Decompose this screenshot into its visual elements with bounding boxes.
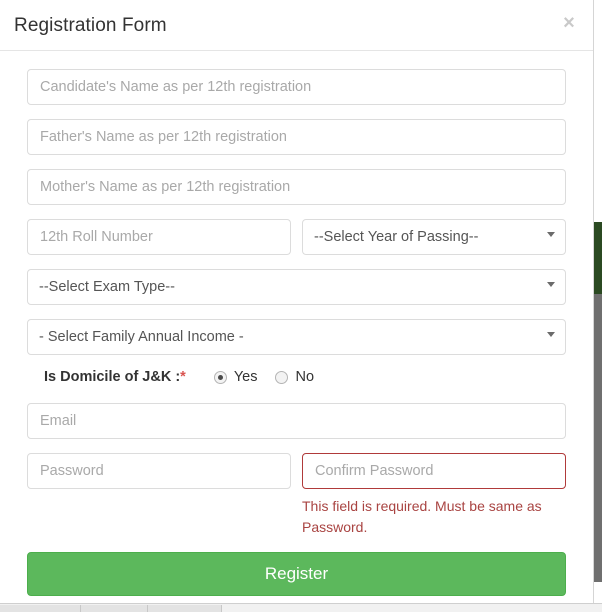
roll-number-input[interactable]: [27, 219, 291, 255]
mother-name-row: [27, 169, 566, 205]
taskbar-segment[interactable]: [81, 605, 148, 612]
domicile-option-no[interactable]: No: [275, 369, 314, 385]
confirm-password-field[interactable]: [302, 453, 566, 489]
family-income-select[interactable]: - Select Family Annual Income -: [27, 319, 566, 355]
confirm-password-error: This field is required. Must be same as …: [302, 498, 542, 535]
email-field[interactable]: [27, 403, 566, 439]
register-button[interactable]: Register: [27, 552, 566, 596]
father-name-input[interactable]: [27, 119, 566, 155]
page-title: Registration Form: [14, 15, 167, 36]
modal-header: Registration Form ×: [0, 0, 593, 51]
password-row: This field is required. Must be same as …: [27, 453, 566, 538]
backdrop-dark-strip: [594, 294, 602, 582]
exam-type-wrap: --Select Exam Type--: [27, 269, 566, 305]
domicile-label: Is Domicile of J&K :*: [44, 369, 186, 385]
registration-form-modal: Registration Form × --Select Year of Pas…: [0, 0, 594, 604]
family-income-row: - Select Family Annual Income -: [27, 319, 566, 355]
year-of-passing-select[interactable]: --Select Year of Passing--: [302, 219, 566, 255]
radio-no-icon[interactable]: [275, 370, 289, 384]
modal-body: --Select Year of Passing-- --Select Exam…: [0, 51, 593, 596]
required-asterisk: *: [180, 369, 186, 385]
candidate-name-input[interactable]: [27, 69, 566, 105]
close-icon[interactable]: ×: [559, 13, 579, 33]
year-of-passing-wrap: --Select Year of Passing--: [302, 219, 566, 255]
domicile-option-yes[interactable]: Yes: [213, 369, 258, 385]
exam-type-row: --Select Exam Type--: [27, 269, 566, 305]
candidate-name-row: [27, 69, 566, 105]
father-name-row: [27, 119, 566, 155]
roll-year-row: --Select Year of Passing--: [27, 219, 566, 255]
radio-yes-icon[interactable]: [213, 370, 227, 384]
domicile-row: Is Domicile of J&K :* Yes No: [27, 369, 566, 385]
taskbar: [0, 603, 602, 612]
family-income-wrap: - Select Family Annual Income -: [27, 319, 566, 355]
backdrop-green-strip: [594, 222, 602, 294]
domicile-label-text: Is Domicile of J&K :: [44, 369, 181, 385]
taskbar-segment[interactable]: [148, 605, 222, 612]
mother-name-input[interactable]: [27, 169, 566, 205]
email-row: [27, 403, 566, 439]
taskbar-segment[interactable]: [0, 605, 81, 612]
domicile-option-no-label: No: [295, 369, 315, 385]
confirm-password-col: This field is required. Must be same as …: [302, 453, 566, 538]
exam-type-select[interactable]: --Select Exam Type--: [27, 269, 566, 305]
domicile-option-yes-label: Yes: [233, 369, 258, 385]
password-field[interactable]: [27, 453, 291, 489]
